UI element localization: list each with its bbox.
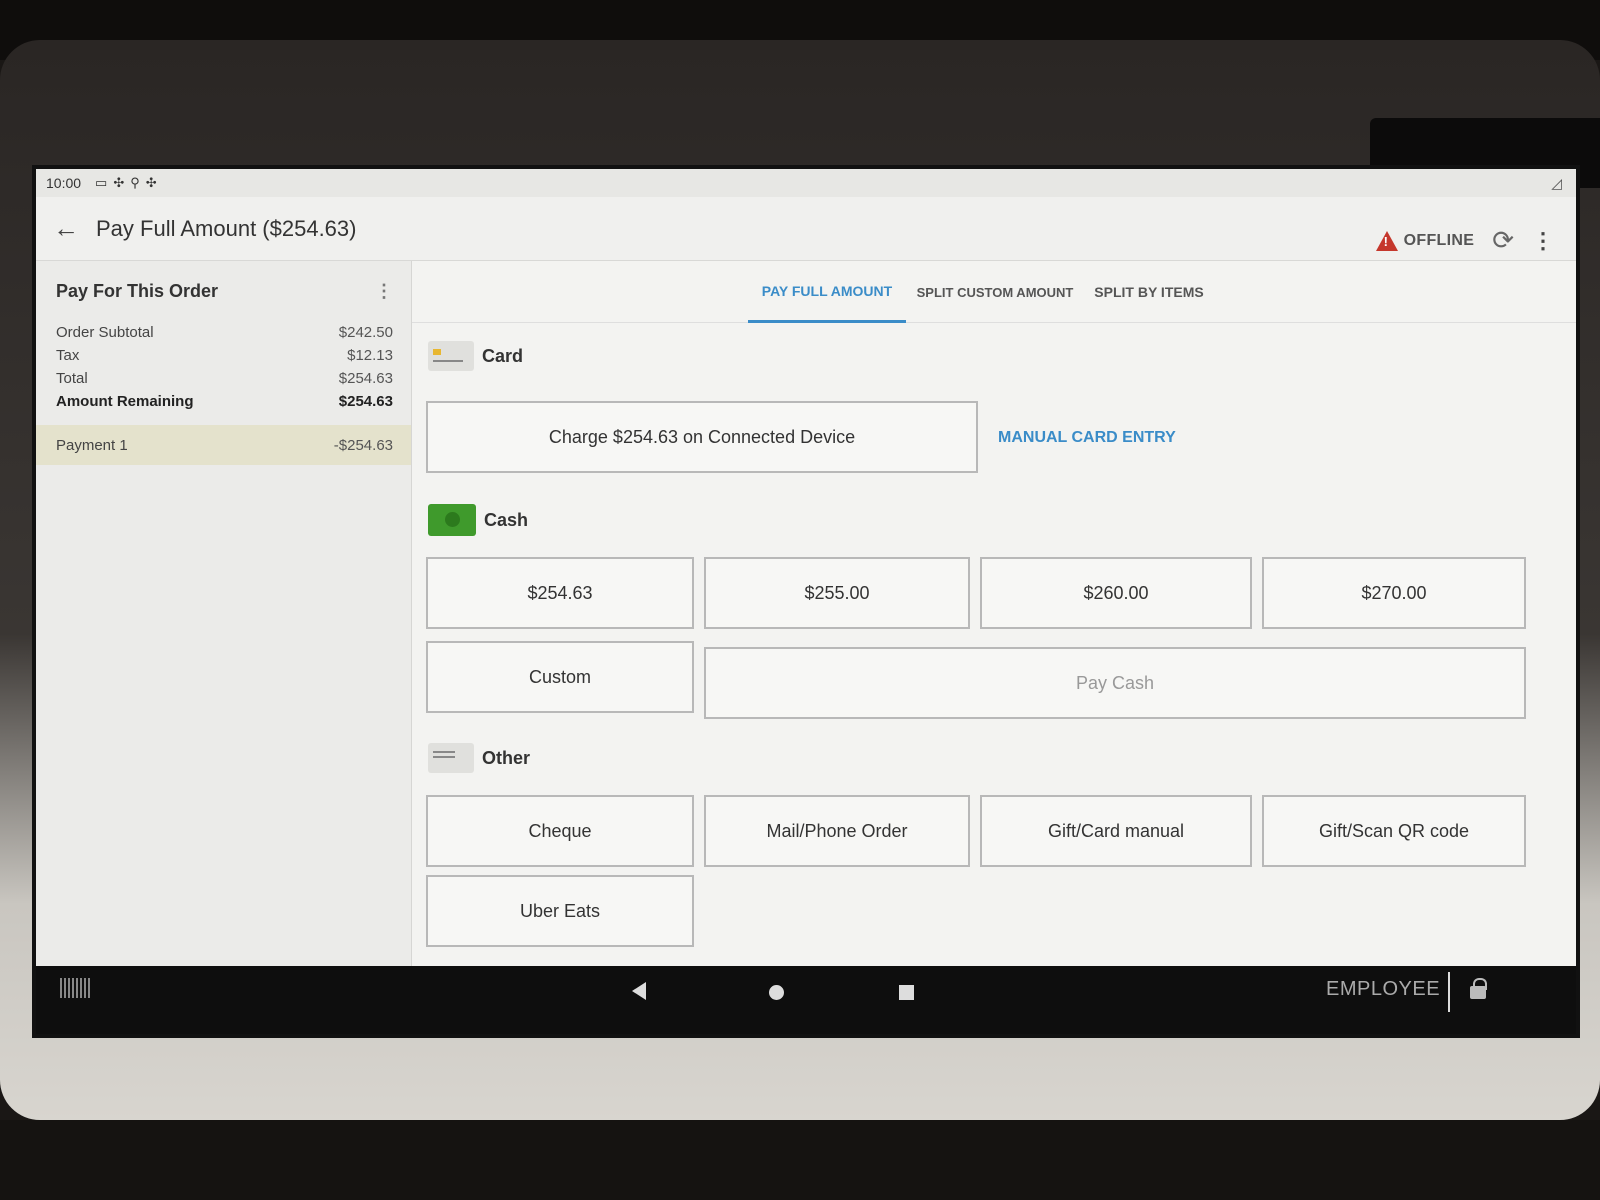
summary-row-subtotal: Order Subtotal $242.50	[36, 321, 411, 344]
order-summary-panel: Pay For This Order ⋮ Order Subtotal $242…	[36, 261, 412, 966]
summary-value: $242.50	[338, 324, 393, 341]
warning-icon	[1375, 230, 1398, 251]
app-bar: ← Pay Full Amount ($254.63) OFFLINE ⟳ ⋮	[36, 197, 1576, 261]
nav-home-icon[interactable]	[769, 985, 784, 1000]
status-bar: 10:00 ▭✣⚲✣ ◿	[36, 169, 1576, 197]
manual-card-entry-link[interactable]: MANUAL CARD ENTRY	[998, 429, 1176, 447]
more-vert-icon[interactable]: ⋮	[1532, 228, 1554, 254]
uber-eats-button[interactable]: Uber Eats	[426, 875, 694, 947]
cash-amount-button[interactable]: $255.00	[704, 557, 970, 629]
custom-cash-button[interactable]: Custom	[426, 641, 694, 713]
mail-phone-order-button[interactable]: Mail/Phone Order	[704, 795, 970, 867]
summary-row-total: Total $254.63	[36, 367, 411, 390]
sim-icon: ▭	[95, 175, 114, 190]
payment-value: -$254.63	[333, 436, 393, 454]
other-section-header: Other	[428, 743, 530, 773]
tab-split-by-items[interactable]: SPLIT BY ITEMS	[1084, 261, 1214, 323]
app-icon: ✣	[113, 175, 131, 190]
lock-icon[interactable]	[1470, 978, 1487, 999]
screen: 10:00 ▭✣⚲✣ ◿ ← Pay Full Amount ($254.63)…	[32, 165, 1580, 1038]
nav-back-icon[interactable]	[632, 982, 646, 1000]
app-icon: ✣	[145, 175, 163, 190]
cash-amount-button[interactable]: $260.00	[980, 557, 1252, 629]
payment-row[interactable]: Payment 1 -$254.63	[36, 425, 411, 465]
summary-row-tax: Tax $12.13	[36, 344, 411, 367]
signal-icon: ◿	[1551, 174, 1562, 191]
gift-scan-qr-code-button[interactable]: Gift/Scan QR code	[1262, 795, 1526, 867]
payment-label: Payment 1	[56, 436, 128, 454]
charge-connected-device-button[interactable]: Charge $254.63 on Connected Device	[426, 401, 978, 473]
usb-icon: ⚲	[130, 175, 146, 190]
cash-amount-button[interactable]: $270.00	[1262, 557, 1526, 629]
tab-pay-full-amount[interactable]: PAY FULL AMOUNT	[748, 261, 906, 323]
pay-cash-button[interactable]: Pay Cash	[704, 647, 1526, 719]
cash-section-title: Cash	[484, 509, 529, 530]
card-section-header: Card	[428, 341, 523, 371]
barcode-icon[interactable]	[60, 978, 92, 998]
offline-label: OFFLINE	[1403, 231, 1475, 249]
payment-tabs: PAY FULL AMOUNT SPLIT CUSTOM AMOUNT SPLI…	[412, 261, 1576, 323]
summary-value: $254.63	[338, 393, 393, 410]
summary-label: Total	[56, 370, 88, 387]
back-arrow-icon[interactable]: ←	[36, 213, 96, 244]
employee-label[interactable]: EMPLOYEE	[1326, 978, 1440, 1001]
summary-label: Order Subtotal	[56, 324, 154, 341]
payment-panel: PAY FULL AMOUNT SPLIT CUSTOM AMOUNT SPLI…	[412, 261, 1576, 966]
gift-card-manual-button[interactable]: Gift/Card manual	[980, 795, 1252, 867]
page-title: Pay Full Amount ($254.63)	[96, 215, 357, 241]
nav-recents-icon[interactable]	[899, 985, 914, 1000]
summary-label: Tax	[56, 347, 80, 364]
system-nav-bar: EMPLOYEE	[36, 966, 1576, 1034]
nav-divider	[1448, 972, 1450, 1012]
offline-indicator: OFFLINE	[1375, 230, 1475, 251]
cheque-icon	[428, 743, 474, 773]
background-bottom	[0, 1120, 1600, 1200]
cheque-button[interactable]: Cheque	[426, 795, 694, 867]
summary-value: $254.63	[338, 370, 393, 387]
order-summary-title: Pay For This Order	[56, 280, 219, 301]
sync-icon[interactable]: ⟳	[1492, 225, 1514, 256]
other-section-title: Other	[482, 747, 531, 768]
status-time: 10:00	[46, 175, 82, 191]
summary-row-amount-remaining: Amount Remaining $254.63	[36, 390, 411, 413]
order-summary-header: Pay For This Order ⋮	[36, 261, 411, 321]
order-more-icon[interactable]: ⋮	[375, 281, 393, 302]
app-bar-actions: OFFLINE ⟳ ⋮	[1375, 201, 1576, 256]
card-section-title: Card	[482, 345, 524, 366]
status-icons: ▭✣⚲✣	[95, 175, 163, 191]
summary-label: Amount Remaining	[56, 393, 194, 410]
credit-card-icon	[428, 341, 474, 371]
summary-value: $12.13	[347, 347, 393, 364]
tab-split-custom-amount[interactable]: SPLIT CUSTOM AMOUNT	[910, 261, 1080, 323]
cash-section-header: Cash	[428, 504, 528, 536]
cash-icon	[428, 504, 476, 536]
cash-amount-button[interactable]: $254.63	[426, 557, 694, 629]
